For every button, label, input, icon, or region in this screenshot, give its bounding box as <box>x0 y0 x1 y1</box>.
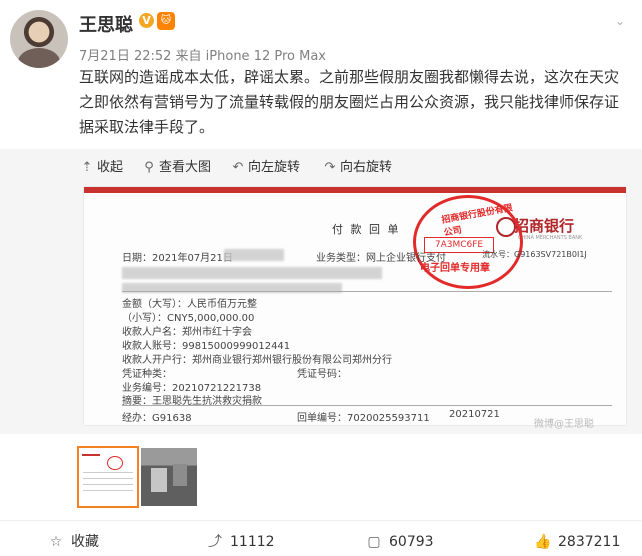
comment-button[interactable]: ▢ 60793 <box>365 533 434 551</box>
comment-icon: ▢ <box>367 534 381 550</box>
post-text: 互联网的造谣成本太低，辟谣太累。之前那些假朋友圈我都懒得去说，这次在天灾之即依然… <box>79 68 620 136</box>
chevron-down-icon[interactable]: ⌄ <box>615 14 629 28</box>
receipt-red-bar <box>84 187 626 193</box>
receipt-payee-name: 收款人户名：郑州市红十字会 <box>122 327 252 338</box>
receipt-voucher-type: 凭证种类： <box>122 369 172 380</box>
receipt-serial-no: 流水号：G9163SV721B0I1J <box>482 250 587 259</box>
thumbnail-second[interactable] <box>141 448 197 506</box>
share-icon: ⤴ <box>208 534 222 550</box>
receipt-payee-account: 收款人账号：99815000999012441 <box>122 341 291 352</box>
rotate-left-icon: ↶ <box>232 160 244 175</box>
redacted-block <box>122 267 382 279</box>
star-icon: ☆ <box>49 534 63 550</box>
share-count: 11112 <box>230 534 275 550</box>
receipt-payee-bank: 收款人开户行：郑州商业银行郑州银行股份有限公司郑州分行 <box>122 355 392 366</box>
footer-divider <box>0 520 642 521</box>
rotate-right-label: 向右旋转 <box>340 160 393 175</box>
search-icon: ⚲ <box>144 160 154 175</box>
payment-receipt-image[interactable]: 付 款 回 单 招商银行 CHINA MERCHANTS BANK 招商银行股份… <box>84 187 626 430</box>
receipt-print-date: 20210721 <box>449 409 500 420</box>
comment-count: 60793 <box>389 534 434 550</box>
view-large-button[interactable]: ⚲ 查看大图 <box>142 159 211 177</box>
avatar[interactable] <box>10 10 68 68</box>
fan-badge-icon: 🐱 <box>157 12 175 30</box>
thumbnail-selected[interactable] <box>77 446 139 508</box>
weibo-watermark: 微博@王思聪 <box>534 419 594 430</box>
favorite-button[interactable]: ☆ 收藏 <box>47 533 99 551</box>
receipt-number: 回单编号：7020025593711 <box>297 413 430 424</box>
receipt-divider <box>122 405 612 406</box>
like-count: 2837211 <box>558 534 621 550</box>
verified-badge: V <box>139 13 154 28</box>
like-button[interactable]: 👍 2837211 <box>534 533 620 551</box>
author-name[interactable]: 王思聪 <box>79 11 133 37</box>
receipt-amount-upper: 金额（大写）：人民币佰万元整 <box>122 299 257 310</box>
collapse-button[interactable]: ⇡ 收起 <box>80 159 123 177</box>
collapse-label: 收起 <box>97 160 124 175</box>
rotate-left-label: 向左旋转 <box>248 160 301 175</box>
receipt-handler: 经办：G91638 <box>122 413 192 424</box>
rotate-right-button[interactable]: ↷ 向右旋转 <box>323 159 392 177</box>
collapse-icon: ⇡ <box>81 160 93 175</box>
receipt-amount-lower: （小写）：CNY5,000,000.00 <box>122 313 255 324</box>
view-large-label: 查看大图 <box>159 160 212 175</box>
post-meta: 7月21日 22:52 来自 iPhone 12 Pro Max <box>79 49 326 64</box>
bank-name: 招商银行 <box>514 217 575 235</box>
bank-english-name: CHINA MERCHANTS BANK <box>518 235 583 241</box>
redacted-block <box>224 249 284 261</box>
image-viewer: 付 款 回 单 招商银行 CHINA MERCHANTS BANK 招商银行股份… <box>0 187 642 434</box>
rotate-right-icon: ↷ <box>324 160 336 175</box>
thumbs-up-icon: 👍 <box>534 534 552 550</box>
stamp-top-text: 招商银行股份有限公司 <box>440 203 514 239</box>
image-toolbar: ⇡ 收起 ⚲ 查看大图 ↶ 向左旋转 ↷ 向右旋转 <box>0 149 642 187</box>
receipt-voucher-no: 凭证号码： <box>297 369 347 380</box>
receipt-date: 日期：2021年07月21日 <box>122 253 233 264</box>
receipt-divider <box>122 291 612 292</box>
favorite-label: 收藏 <box>71 534 99 550</box>
rotate-left-button[interactable]: ↶ 向左旋转 <box>231 159 300 177</box>
share-button[interactable]: ⤴ 11112 <box>206 533 275 551</box>
receipt-title: 付 款 回 单 <box>332 223 401 236</box>
receipt-business-type: 业务类型：网上企业银行支付 <box>316 253 446 264</box>
